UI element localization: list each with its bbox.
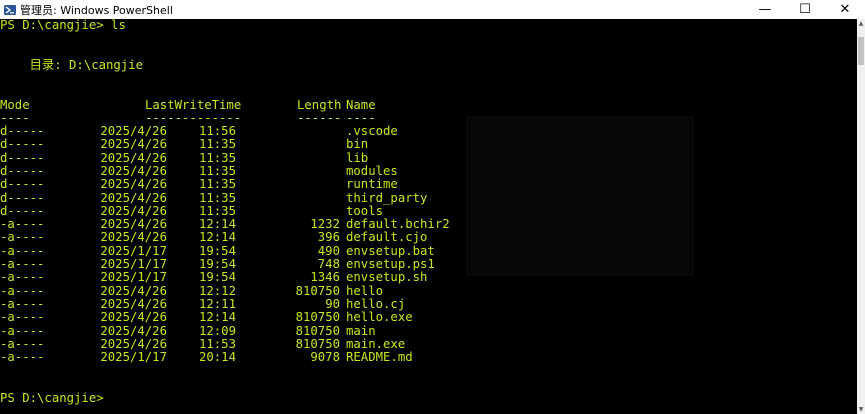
list-item: d----- 2025/4/26 11:35 runtime [0, 178, 857, 191]
cell-length: 748 [317, 257, 340, 271]
list-item: -a---- 2025/1/17 19:54 748 envsetup.ps1 [0, 258, 857, 271]
list-item: -a---- 2025/1/17 19:54 1346 envsetup.sh [0, 271, 857, 284]
list-item: -a---- 2025/4/26 12:14 810750 hello.exe [0, 311, 857, 324]
cell-name: default.cjo [346, 230, 428, 245]
cell-name: main [346, 323, 376, 338]
cell-name: default.bchir2 [346, 217, 450, 232]
directory-label: 目录: D:\cangjie [0, 58, 144, 72]
cell-time: 11:35 [198, 150, 236, 165]
list-item: d----- 2025/4/26 11:35 bin [0, 138, 857, 151]
cell-length: 90 [325, 296, 340, 311]
cell-name: README.md [346, 350, 413, 365]
cell-length: 396 [317, 230, 340, 245]
cell-time: 11:56 [198, 124, 236, 138]
list-item: -a---- 2025/4/26 12:14 1232 default.bchir2 [0, 218, 857, 231]
cell-length: 810750 [295, 283, 340, 298]
scroll-down-arrow-icon[interactable]: ▼ [857, 405, 865, 414]
powershell-icon [4, 4, 16, 16]
list-item: d----- 2025/4/26 11:35 third_party [0, 190, 857, 205]
cell-name: .vscode [346, 124, 398, 138]
list-item: -a---- 2025/4/26 12:12 810750 hello [0, 283, 857, 298]
list-item: -a---- 2025/1/17 19:54 490 envsetup.bat [0, 243, 857, 258]
final-prompt: PS D:\cangjie> [0, 391, 104, 405]
cell-length: 810750 [295, 310, 340, 325]
cell-name: lib [346, 150, 369, 165]
underline-length: ------ [297, 111, 342, 125]
cell-name: tools [346, 203, 384, 218]
prompt-line: PS D:\cangjie> ls [0, 19, 126, 32]
scroll-up-arrow-icon[interactable]: ▲ [857, 19, 865, 28]
cell-name: modules [346, 163, 398, 178]
scroll-thumb[interactable] [858, 37, 864, 65]
list-item: d----- 2025/4/26 11:35 modules [0, 163, 857, 178]
console-area[interactable]: PS D:\cangjie> ls 目录: D:\cangjie Mode La… [0, 19, 857, 414]
minimize-button[interactable]: — [745, 0, 785, 19]
cell-name: envsetup.ps1 [346, 257, 435, 271]
cell-time: 11:35 [198, 190, 236, 205]
cell-name: bin [346, 137, 369, 152]
cell-time: 11:35 [198, 163, 236, 178]
cell-time: 11:35 [198, 203, 236, 218]
cell-time: 11:35 [198, 177, 236, 192]
cell-length: 810750 [295, 336, 340, 351]
vertical-scrollbar[interactable]: ▲ ▼ [857, 19, 865, 414]
close-button[interactable]: ✕ [825, 0, 865, 19]
window-title: 管理员: Windows PowerShell [20, 3, 173, 17]
column-header-row: Mode LastWriteTime Length Name [0, 99, 857, 112]
cell-name: runtime [346, 177, 398, 192]
list-item: d----- 2025/4/26 11:35 tools [0, 203, 857, 218]
cell-name: hello.cj [346, 296, 406, 311]
cell-time: 11:35 [198, 137, 236, 152]
cell-length: 1346 [310, 270, 340, 285]
cell-name: main.exe [346, 336, 406, 351]
cell-name: hello.exe [346, 310, 413, 325]
title-bar: 管理员: Windows PowerShell — ☐ ✕ [0, 0, 865, 19]
list-item: d----- 2025/4/26 11:35 lib [0, 150, 857, 165]
cell-name: third_party [346, 190, 428, 205]
cell-length: 490 [317, 243, 340, 258]
list-item: -a---- 2025/4/26 11:53 810750 main.exe [0, 336, 857, 351]
cell-length: 810750 [295, 323, 340, 338]
list-item: -a---- 2025/1/17 20:14 9078 README.md [0, 351, 857, 364]
cell-name: hello [346, 283, 384, 298]
list-item: d----- 2025/4/26 11:56 .vscode [0, 125, 857, 138]
list-item: -a---- 2025/4/26 12:09 810750 main [0, 323, 857, 338]
maximize-button[interactable]: ☐ [785, 0, 825, 19]
cell-length: 9078 [310, 350, 340, 365]
cell-name: envsetup.bat [346, 243, 435, 258]
window-controls: — ☐ ✕ [745, 0, 865, 19]
cell-name: envsetup.sh [346, 270, 428, 285]
cell-length: 1232 [310, 217, 340, 232]
list-item: -a---- 2025/4/26 12:14 396 default.cjo [0, 231, 857, 244]
list-item: -a---- 2025/4/26 12:11 90 hello.cj [0, 296, 857, 311]
